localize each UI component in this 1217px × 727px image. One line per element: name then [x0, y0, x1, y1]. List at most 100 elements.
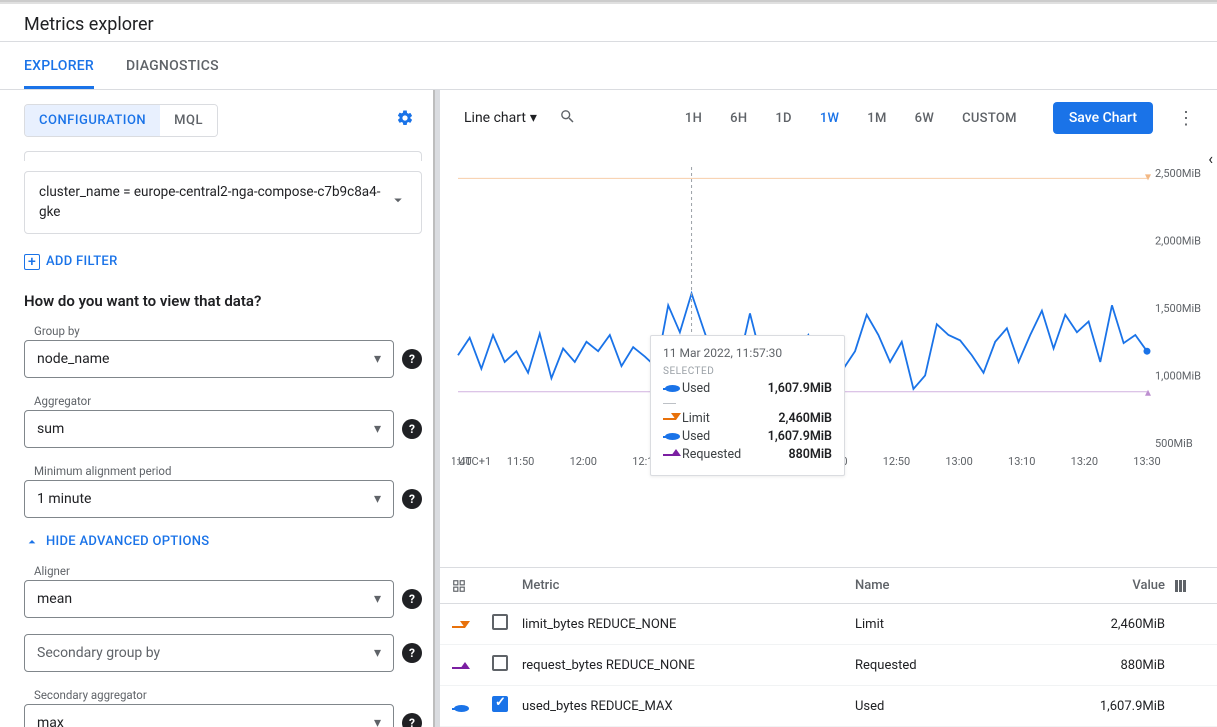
secondary-aggregator-select[interactable]: max ▾ — [24, 704, 394, 727]
chart-tooltip: 11 Mar 2022, 11:57:30 SELECTED Used 1,60… — [650, 335, 845, 476]
more-vert-icon[interactable]: ⋮ — [1171, 108, 1201, 129]
svg-text:1,000MiB: 1,000MiB — [1155, 370, 1201, 383]
dropdown-arrow-icon: ▾ — [374, 421, 381, 437]
legend-value-cell: 880MiB — [1055, 658, 1175, 673]
config-mode-toggle: CONFIGURATION MQL — [24, 104, 218, 137]
main-tabs: EXPLORER DIAGNOSTICS — [0, 42, 1217, 90]
legend-name-cell: Used — [855, 699, 1055, 714]
legend-metric-cell: limit_bytes REDUCE_NONE — [522, 617, 855, 632]
time-range-1w[interactable]: 1W — [820, 111, 839, 126]
limit-marker-icon — [663, 418, 676, 420]
aligner-select[interactable]: mean ▾ — [24, 580, 394, 618]
min-alignment-label: Minimum alignment period — [24, 464, 422, 478]
tab-explorer[interactable]: EXPLORER — [24, 42, 94, 89]
series-marker-icon — [452, 626, 465, 628]
chart-toolbar: Line chart ▾ 1H 6H 1D 1W 1M 6W CUSTOM Sa… — [440, 90, 1217, 145]
legend-value-header[interactable]: Value — [1055, 578, 1175, 593]
dropdown-arrow-icon: ▾ — [374, 591, 381, 607]
svg-text:13:10: 13:10 — [1008, 455, 1035, 468]
legend-header-row: Metric Name Value — [440, 568, 1217, 604]
svg-text:UTC+1: UTC+1 — [458, 455, 491, 468]
dropdown-arrow-icon: ▾ — [530, 110, 537, 126]
collapse-chevron-icon[interactable]: ‹ — [1208, 149, 1213, 168]
legend-row[interactable]: used_bytes REDUCE_MAX Used 1,607.9MiB — [440, 686, 1217, 727]
time-range-1m[interactable]: 1M — [867, 111, 886, 126]
advanced-options-toggle[interactable]: HIDE ADVANCED OPTIONS — [24, 534, 422, 550]
plus-icon: + — [24, 254, 40, 270]
legend-value-cell: 2,460MiB — [1055, 617, 1175, 632]
svg-text:13:30: 13:30 — [1133, 455, 1160, 468]
sidebar-resize-handle[interactable] — [433, 90, 439, 727]
chart-body: ‹ 500MiB 1,000MiB 1,500MiB 2,000MiB 2,500MiB… — [440, 145, 1217, 567]
svg-text:11:50: 11:50 — [507, 455, 534, 468]
legend-name-cell: Limit — [855, 617, 1055, 632]
dropdown-arrow-icon: ▾ — [374, 715, 381, 727]
add-filter-button[interactable]: + ADD FILTER — [24, 254, 118, 270]
legend-name-cell: Requested — [855, 658, 1055, 673]
view-section-title: How do you want to view that data? — [24, 292, 422, 310]
svg-text:12:00: 12:00 — [570, 455, 597, 468]
legend-row[interactable]: request_bytes REDUCE_NONE Requested 880M… — [440, 645, 1217, 686]
dropdown-arrow-icon: ▾ — [374, 351, 381, 367]
legend-row[interactable]: limit_bytes REDUCE_NONE Limit 2,460MiB — [440, 604, 1217, 645]
aggregator-label: Aggregator — [24, 394, 422, 408]
svg-text:13:00: 13:00 — [945, 455, 972, 468]
aggregator-select[interactable]: sum ▾ — [24, 410, 394, 448]
legend-table: Metric Name Value limit_bytes REDUCE_NON… — [440, 567, 1217, 727]
secondary-aggregator-label: Secondary aggregator — [24, 688, 422, 702]
aligner-label: Aligner — [24, 564, 422, 578]
time-range-6h[interactable]: 6H — [730, 111, 747, 126]
time-range-1h[interactable]: 1H — [685, 111, 702, 126]
chart-type-select[interactable]: Line chart ▾ — [456, 110, 537, 126]
svg-text:12:50: 12:50 — [883, 455, 910, 468]
help-icon[interactable]: ? — [402, 349, 422, 369]
help-icon[interactable]: ? — [402, 643, 422, 663]
search-icon[interactable] — [559, 108, 576, 129]
group-by-select[interactable]: node_name ▾ — [24, 340, 394, 378]
series-marker-icon — [452, 708, 465, 710]
group-by-label: Group by — [24, 324, 422, 338]
filter-text: cluster_name = europe-central2-nga-compo… — [39, 182, 389, 223]
layout-icon[interactable] — [452, 579, 466, 593]
min-alignment-select[interactable]: 1 minute ▾ — [24, 480, 394, 518]
chevron-up-icon — [24, 534, 40, 550]
dropdown-arrow-icon: ▾ — [374, 491, 381, 507]
legend-checkbox[interactable] — [492, 655, 508, 671]
time-range-group: 1H 6H 1D 1W 1M 6W CUSTOM — [685, 111, 1017, 126]
used-marker-icon — [663, 436, 676, 438]
help-icon[interactable]: ? — [402, 419, 422, 439]
configuration-toggle-button[interactable]: CONFIGURATION — [25, 105, 160, 136]
tab-diagnostics[interactable]: DIAGNOSTICS — [126, 42, 219, 89]
help-icon[interactable]: ? — [402, 489, 422, 509]
legend-metric-cell: used_bytes REDUCE_MAX — [522, 699, 855, 714]
time-range-6w[interactable]: 6W — [915, 111, 934, 126]
svg-text:1,500MiB: 1,500MiB — [1155, 302, 1201, 315]
svg-text:13:20: 13:20 — [1071, 455, 1098, 468]
gear-icon[interactable] — [396, 109, 422, 132]
svg-text:2,500MiB: 2,500MiB — [1155, 167, 1201, 180]
mql-toggle-button[interactable]: MQL — [160, 105, 217, 136]
chevron-down-icon — [389, 191, 407, 213]
save-chart-button[interactable]: Save Chart — [1053, 102, 1153, 134]
legend-checkbox[interactable] — [492, 696, 508, 712]
help-icon[interactable]: ? — [402, 713, 422, 727]
legend-metric-cell: request_bytes REDUCE_NONE — [522, 658, 855, 673]
legend-metric-header[interactable]: Metric — [522, 578, 855, 593]
filter-chip[interactable]: cluster_name = europe-central2-nga-compo… — [24, 171, 422, 234]
secondary-group-by-select[interactable]: Secondary group by ▾ — [24, 634, 394, 672]
legend-value-cell: 1,607.9MiB — [1055, 699, 1175, 714]
series-marker-icon — [452, 667, 465, 669]
page-title: Metrics explorer — [24, 14, 1193, 35]
tooltip-timestamp: 11 Mar 2022, 11:57:30 — [663, 346, 832, 360]
dropdown-arrow-icon: ▾ — [374, 645, 381, 661]
svg-text:2,000MiB: 2,000MiB — [1155, 235, 1201, 248]
legend-checkbox[interactable] — [492, 614, 508, 630]
tooltip-selected-label: SELECTED — [663, 366, 832, 377]
page-header: Metrics explorer — [0, 4, 1217, 42]
time-range-custom[interactable]: CUSTOM — [962, 111, 1017, 126]
help-icon[interactable]: ? — [402, 589, 422, 609]
time-range-1d[interactable]: 1D — [775, 111, 791, 126]
legend-name-header[interactable]: Name — [855, 578, 1055, 593]
svg-text:500MiB: 500MiB — [1155, 437, 1193, 450]
columns-icon[interactable] — [1175, 580, 1205, 592]
